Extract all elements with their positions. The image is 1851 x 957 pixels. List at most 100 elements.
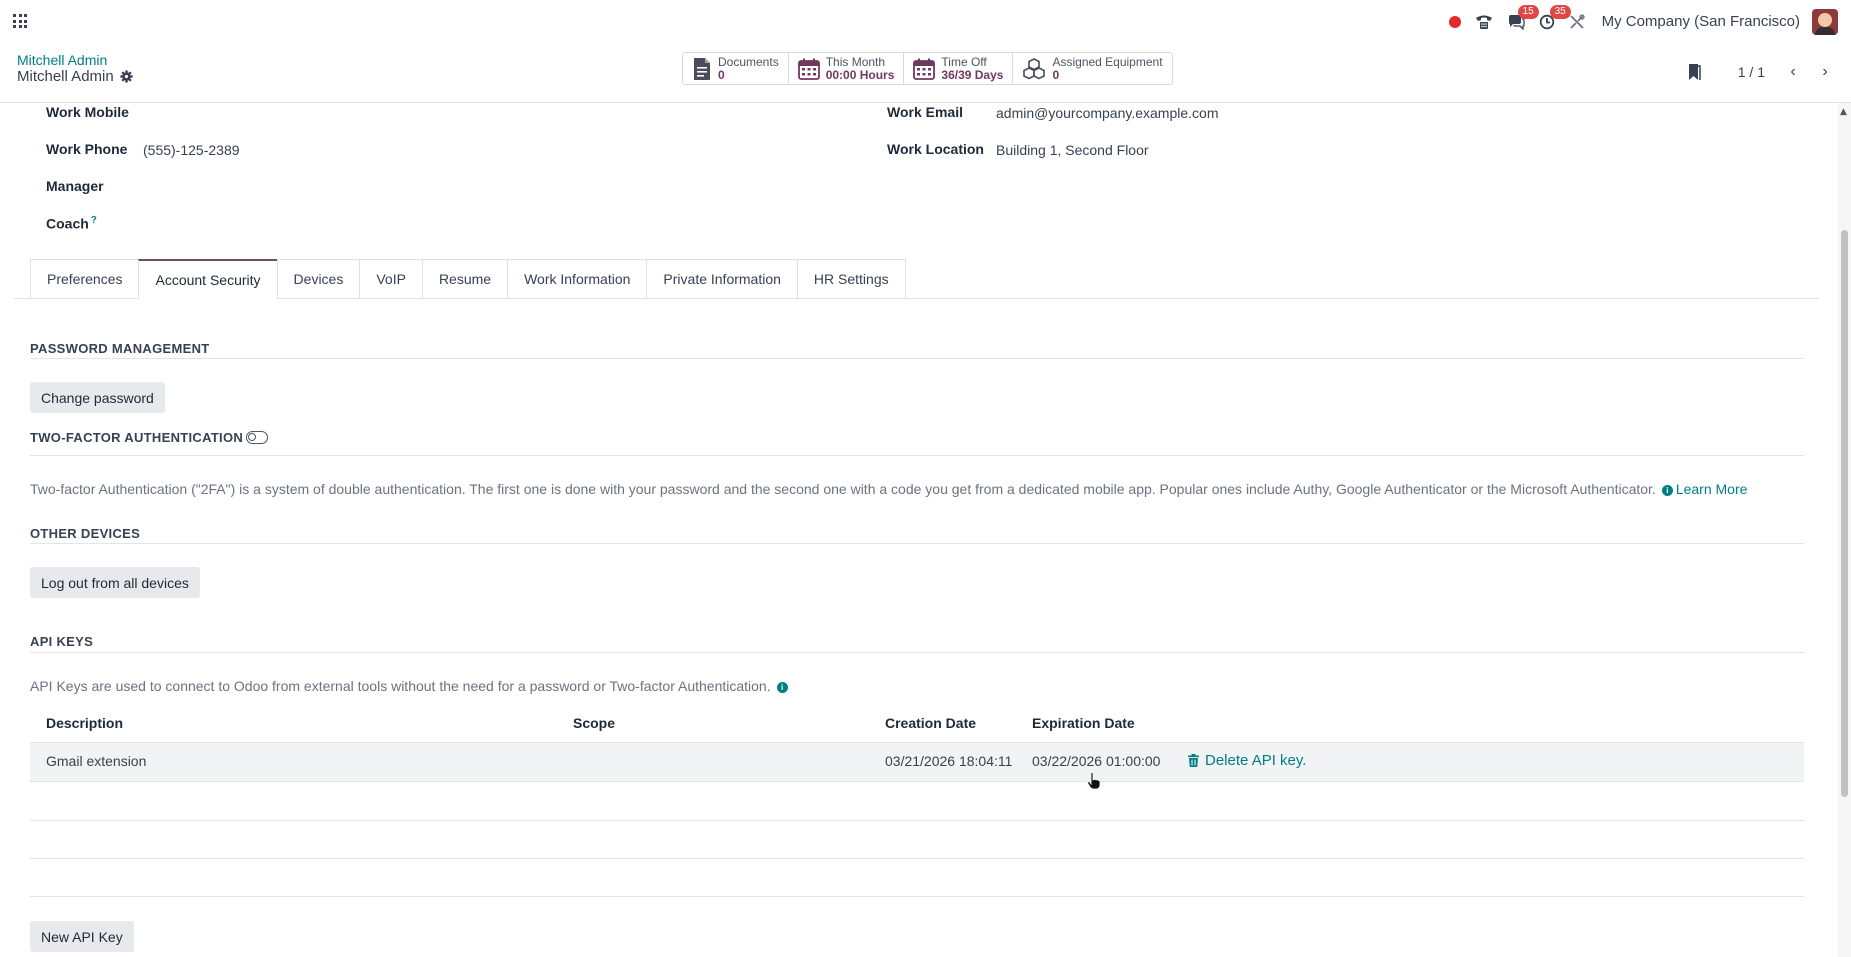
- api-keys-description-text: API Keys are used to connect to Odoo fro…: [30, 678, 771, 694]
- time-off-stat-label: Time Off: [941, 54, 987, 69]
- documents-stat-label: Documents: [718, 54, 779, 69]
- bookmark-icon[interactable]: [1686, 63, 1702, 81]
- tab-resume[interactable]: Resume: [421, 259, 508, 299]
- debug-tools-button[interactable]: [1569, 13, 1585, 30]
- delete-api-key-button[interactable]: Delete API key.: [1188, 752, 1306, 769]
- equipment-stat-label: Assigned Equipment: [1052, 54, 1163, 69]
- scroll-up-arrow-icon[interactable]: ▲: [1840, 107, 1847, 117]
- time-off-stat-button[interactable]: Time Off 36/39 Days: [904, 53, 1014, 84]
- other-devices-title: OTHER DEVICES: [30, 526, 141, 541]
- section-divider: [30, 543, 1804, 544]
- this-month-stat-value: 00:00 Hours: [825, 67, 895, 82]
- coach-help-icon[interactable]: ?: [91, 215, 97, 226]
- coach-label-text: Coach: [46, 215, 89, 232]
- api-key-description: Gmail extension: [46, 753, 147, 769]
- record-dot-icon: [1448, 15, 1461, 28]
- breadcrumb-current-label: Mitchell Admin: [17, 68, 114, 85]
- record-pager: 1 / 1 ‹ ›: [1686, 58, 1839, 86]
- table-row-empty: [30, 820, 1804, 859]
- work-email-value[interactable]: admin@yourcompany.example.com: [996, 105, 1219, 121]
- documents-stat-button[interactable]: Documents 0: [683, 53, 789, 84]
- hand-cursor-icon: [1087, 772, 1101, 790]
- form-tabs: Preferences Account Security Devices VoI…: [30, 259, 906, 299]
- systray: 15 35 My Company (San Francisco): [1442, 0, 1851, 43]
- activities-button[interactable]: 35: [1539, 4, 1571, 30]
- section-divider: [30, 652, 1804, 653]
- time-off-stat-value: 36/39 Days: [941, 67, 1004, 82]
- document-icon: [694, 57, 710, 80]
- gear-icon[interactable]: [120, 70, 133, 83]
- password-management-title: PASSWORD MANAGEMENT: [30, 341, 210, 356]
- activities-badge: 35: [1549, 4, 1571, 19]
- control-panel: Mitchell Admin Mitchell Admin Documents …: [0, 43, 1851, 103]
- coach-label: Coach?: [46, 215, 97, 232]
- api-keys-description: API Keys are used to connect to Odoo fro…: [30, 678, 791, 694]
- calendar-icon: [913, 58, 936, 80]
- company-switcher[interactable]: My Company (San Francisco): [1602, 13, 1800, 30]
- phone-icon: [1475, 15, 1492, 29]
- tab-account-security[interactable]: Account Security: [138, 259, 277, 299]
- api-keys-title: API KEYS: [30, 634, 94, 649]
- work-email-label: Work Email: [887, 104, 963, 120]
- delete-api-key-label: Delete API key.: [1205, 752, 1307, 769]
- apps-menu-icon[interactable]: [13, 14, 27, 28]
- section-divider: [30, 358, 1804, 359]
- vertical-scrollbar[interactable]: ▲: [1838, 103, 1851, 957]
- learn-more-link[interactable]: Learn More: [1676, 481, 1748, 497]
- work-phone-value[interactable]: (555)-125-2389: [143, 142, 240, 158]
- column-header-scope: Scope: [573, 715, 616, 731]
- work-mobile-label: Work Mobile: [46, 104, 129, 120]
- equipment-stat-value: 0: [1052, 67, 1060, 82]
- pager-previous-button[interactable]: ‹: [1779, 58, 1807, 86]
- table-row-empty: [30, 781, 1804, 820]
- chevron-left-icon: ‹: [1790, 63, 1796, 80]
- breadcrumb-parent[interactable]: Mitchell Admin: [17, 52, 107, 68]
- this-month-stat-button[interactable]: This Month 00:00 Hours: [789, 53, 905, 84]
- tab-preferences[interactable]: Preferences: [30, 259, 139, 299]
- user-avatar[interactable]: [1812, 8, 1838, 35]
- top-navbar: 15 35 My Company (San Francisco): [0, 0, 1851, 43]
- column-header-creation-date: Creation Date: [885, 715, 977, 731]
- api-key-creation-date: 03/21/2026 18:04:11: [885, 753, 1013, 769]
- tab-work-information[interactable]: Work Information: [507, 259, 647, 299]
- this-month-stat-label: This Month: [825, 54, 886, 69]
- column-header-expiration-date: Expiration Date: [1032, 715, 1135, 731]
- section-divider: [30, 455, 1804, 456]
- manager-label: Manager: [46, 178, 104, 194]
- messages-button[interactable]: 15: [1507, 4, 1539, 30]
- scroll-thumb[interactable]: [1841, 230, 1848, 797]
- pager-next-button[interactable]: ›: [1811, 58, 1839, 86]
- equipment-stat-button[interactable]: Assigned Equipment 0: [1013, 53, 1171, 84]
- recording-indicator[interactable]: [1448, 15, 1461, 28]
- new-api-key-button[interactable]: New API Key: [30, 921, 134, 952]
- logout-all-devices-button[interactable]: Log out from all devices: [30, 567, 200, 598]
- tab-devices[interactable]: Devices: [276, 259, 360, 299]
- chevron-right-icon: ›: [1822, 63, 1828, 80]
- table-row-empty: [30, 858, 1804, 897]
- two-factor-description-text: Two-factor Authentication ("2FA") is a s…: [30, 481, 1656, 497]
- work-location-value[interactable]: Building 1, Second Floor: [996, 142, 1149, 158]
- change-password-button[interactable]: Change password: [30, 382, 165, 413]
- phone-button[interactable]: [1475, 14, 1493, 30]
- api-key-expiration-date: 03/22/2026 01:00:00: [1032, 753, 1161, 769]
- tab-hr-settings[interactable]: HR Settings: [796, 259, 906, 299]
- tab-voip[interactable]: VoIP: [359, 259, 422, 299]
- messages-badge: 15: [1517, 4, 1539, 19]
- info-icon[interactable]: i: [776, 681, 788, 693]
- table-row[interactable]: Gmail extension 03/21/2026 18:04:11 03/2…: [30, 742, 1804, 781]
- work-location-label: Work Location: [887, 141, 984, 157]
- smart-buttons: Documents 0 This Month 00:00 Hours Time …: [682, 52, 1173, 85]
- work-phone-label: Work Phone: [46, 141, 128, 157]
- column-header-description: Description: [46, 715, 124, 731]
- pager-value[interactable]: 1 / 1: [1738, 64, 1765, 80]
- calendar-icon: [797, 58, 820, 80]
- tab-private-information[interactable]: Private Information: [646, 259, 797, 299]
- two-factor-toggle-icon[interactable]: [246, 431, 268, 444]
- documents-stat-value: 0: [718, 67, 725, 82]
- table-bottom-border: [30, 896, 1804, 897]
- cubes-icon: [1023, 57, 1046, 79]
- trash-icon: [1188, 754, 1199, 767]
- info-icon: i: [1661, 484, 1673, 496]
- two-factor-title: TWO-FACTOR AUTHENTICATION: [30, 430, 244, 445]
- two-factor-description: Two-factor Authentication ("2FA") is a s…: [30, 481, 1747, 497]
